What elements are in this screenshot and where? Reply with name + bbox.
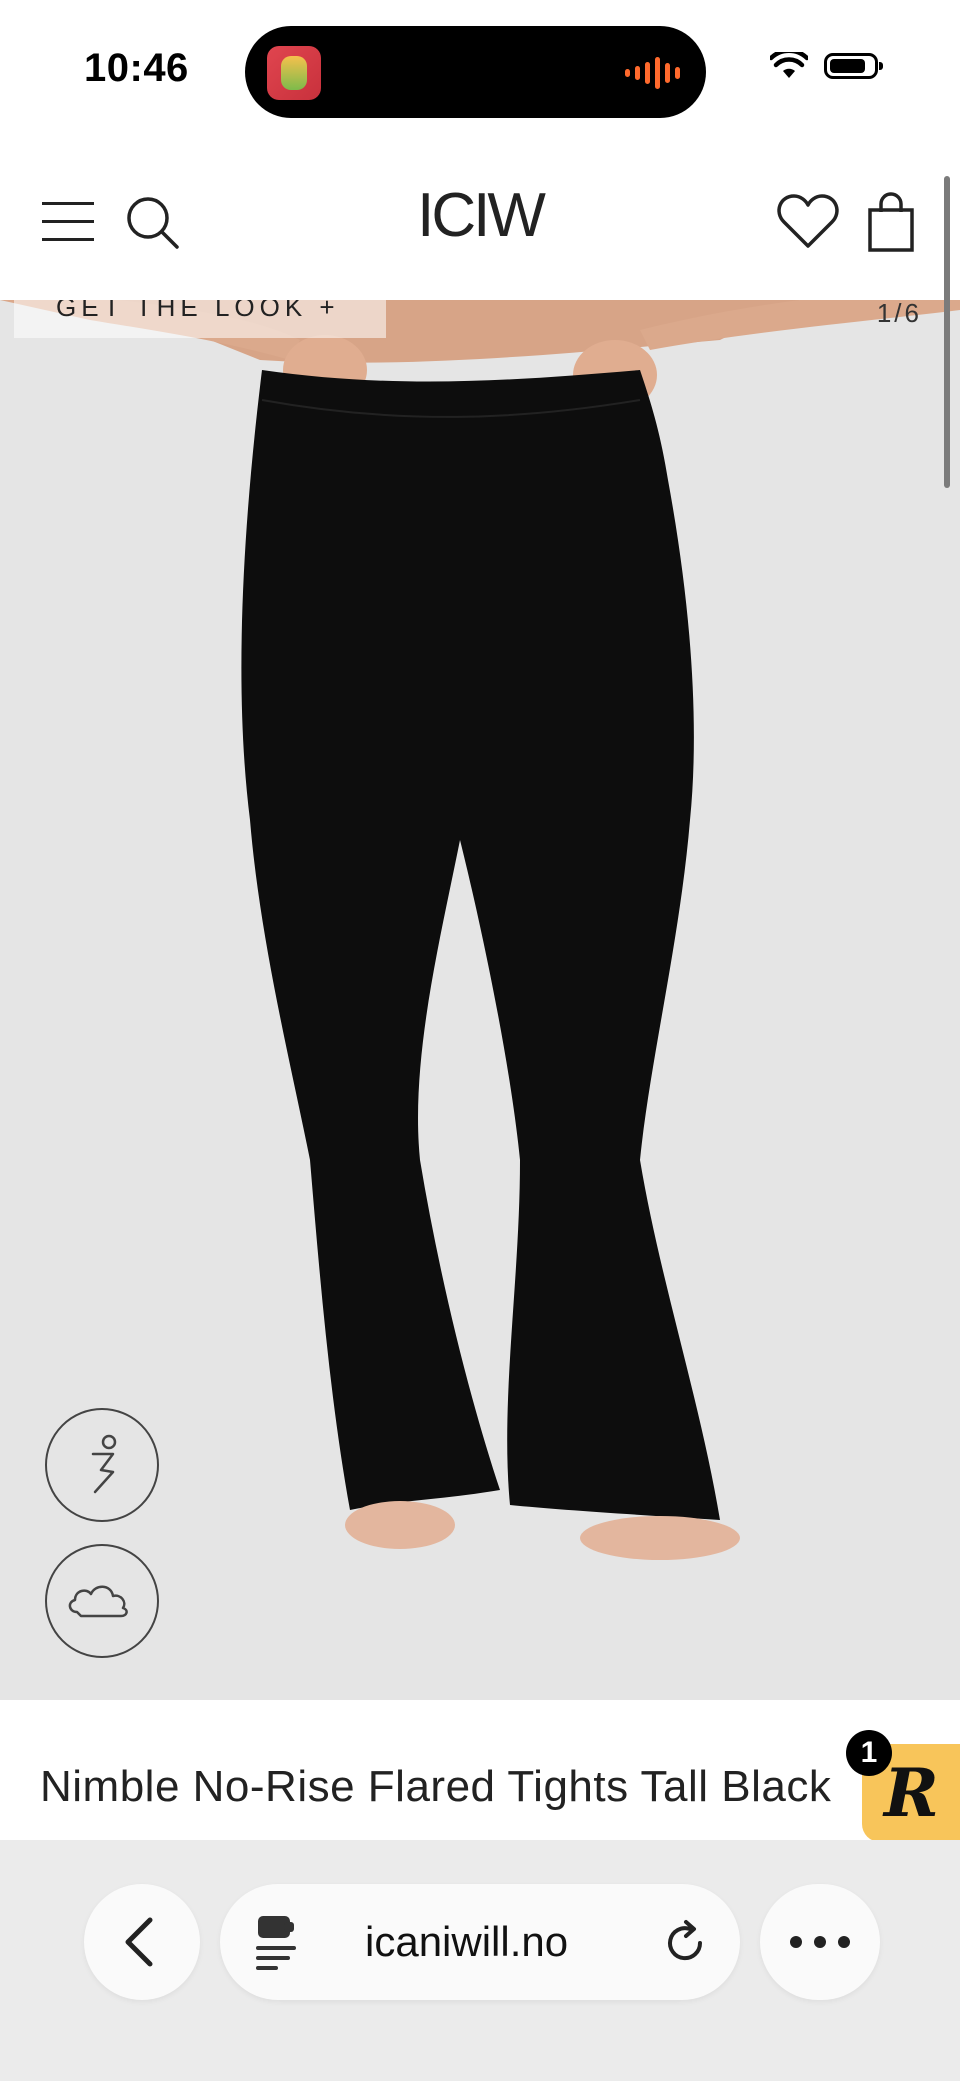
status-time: 10:46	[84, 46, 189, 90]
back-button[interactable]	[84, 1884, 200, 2000]
reviews-logo: R	[884, 1754, 939, 1832]
activity-button[interactable]	[45, 1408, 159, 1522]
heart-icon[interactable]	[776, 192, 840, 252]
bag-icon[interactable]	[866, 190, 916, 254]
extension-icon[interactable]	[254, 1912, 310, 1972]
product-title: Nimble No-Rise Flared Tights Tall Black	[40, 1762, 832, 1811]
product-info: Nimble No-Rise Flared Tights Tall Black	[0, 1700, 960, 1840]
page-scrollbar[interactable]	[944, 176, 950, 488]
image-counter: 1/6	[876, 300, 922, 328]
menu-icon	[42, 202, 94, 205]
status-bar: 10:46	[0, 0, 960, 140]
url-text: icaniwill.no	[365, 1918, 569, 1965]
brand-logo[interactable]: ICIW	[380, 180, 580, 251]
reload-icon[interactable]	[660, 1918, 710, 1968]
wifi-icon	[770, 52, 808, 78]
ellipsis-icon	[790, 1936, 850, 1948]
now-playing-app-icon	[267, 46, 321, 100]
audio-waveform-icon	[625, 56, 680, 90]
browser-toolbar: icaniwill.no	[0, 1840, 960, 2081]
menu-button[interactable]	[42, 200, 94, 242]
status-indicators	[770, 52, 883, 80]
more-options-button[interactable]	[760, 1884, 880, 2000]
search-icon[interactable]	[124, 194, 180, 250]
dynamic-island[interactable]	[245, 26, 706, 118]
get-the-look-button[interactable]: GET THE LOOK +	[14, 300, 386, 338]
product-image[interactable]: GET THE LOOK + 1/6	[0, 300, 960, 1700]
site-header: ICIW	[0, 140, 960, 300]
cloud-icon	[68, 1585, 128, 1618]
get-the-look-label: GET THE LOOK +	[56, 300, 340, 322]
address-bar[interactable]: icaniwill.no	[220, 1884, 740, 2000]
weather-button[interactable]	[45, 1544, 159, 1658]
reviews-count-badge: 1	[846, 1730, 892, 1776]
activity-icon	[91, 1434, 117, 1494]
battery-icon	[824, 53, 883, 79]
chevron-left-icon	[125, 1917, 153, 1967]
